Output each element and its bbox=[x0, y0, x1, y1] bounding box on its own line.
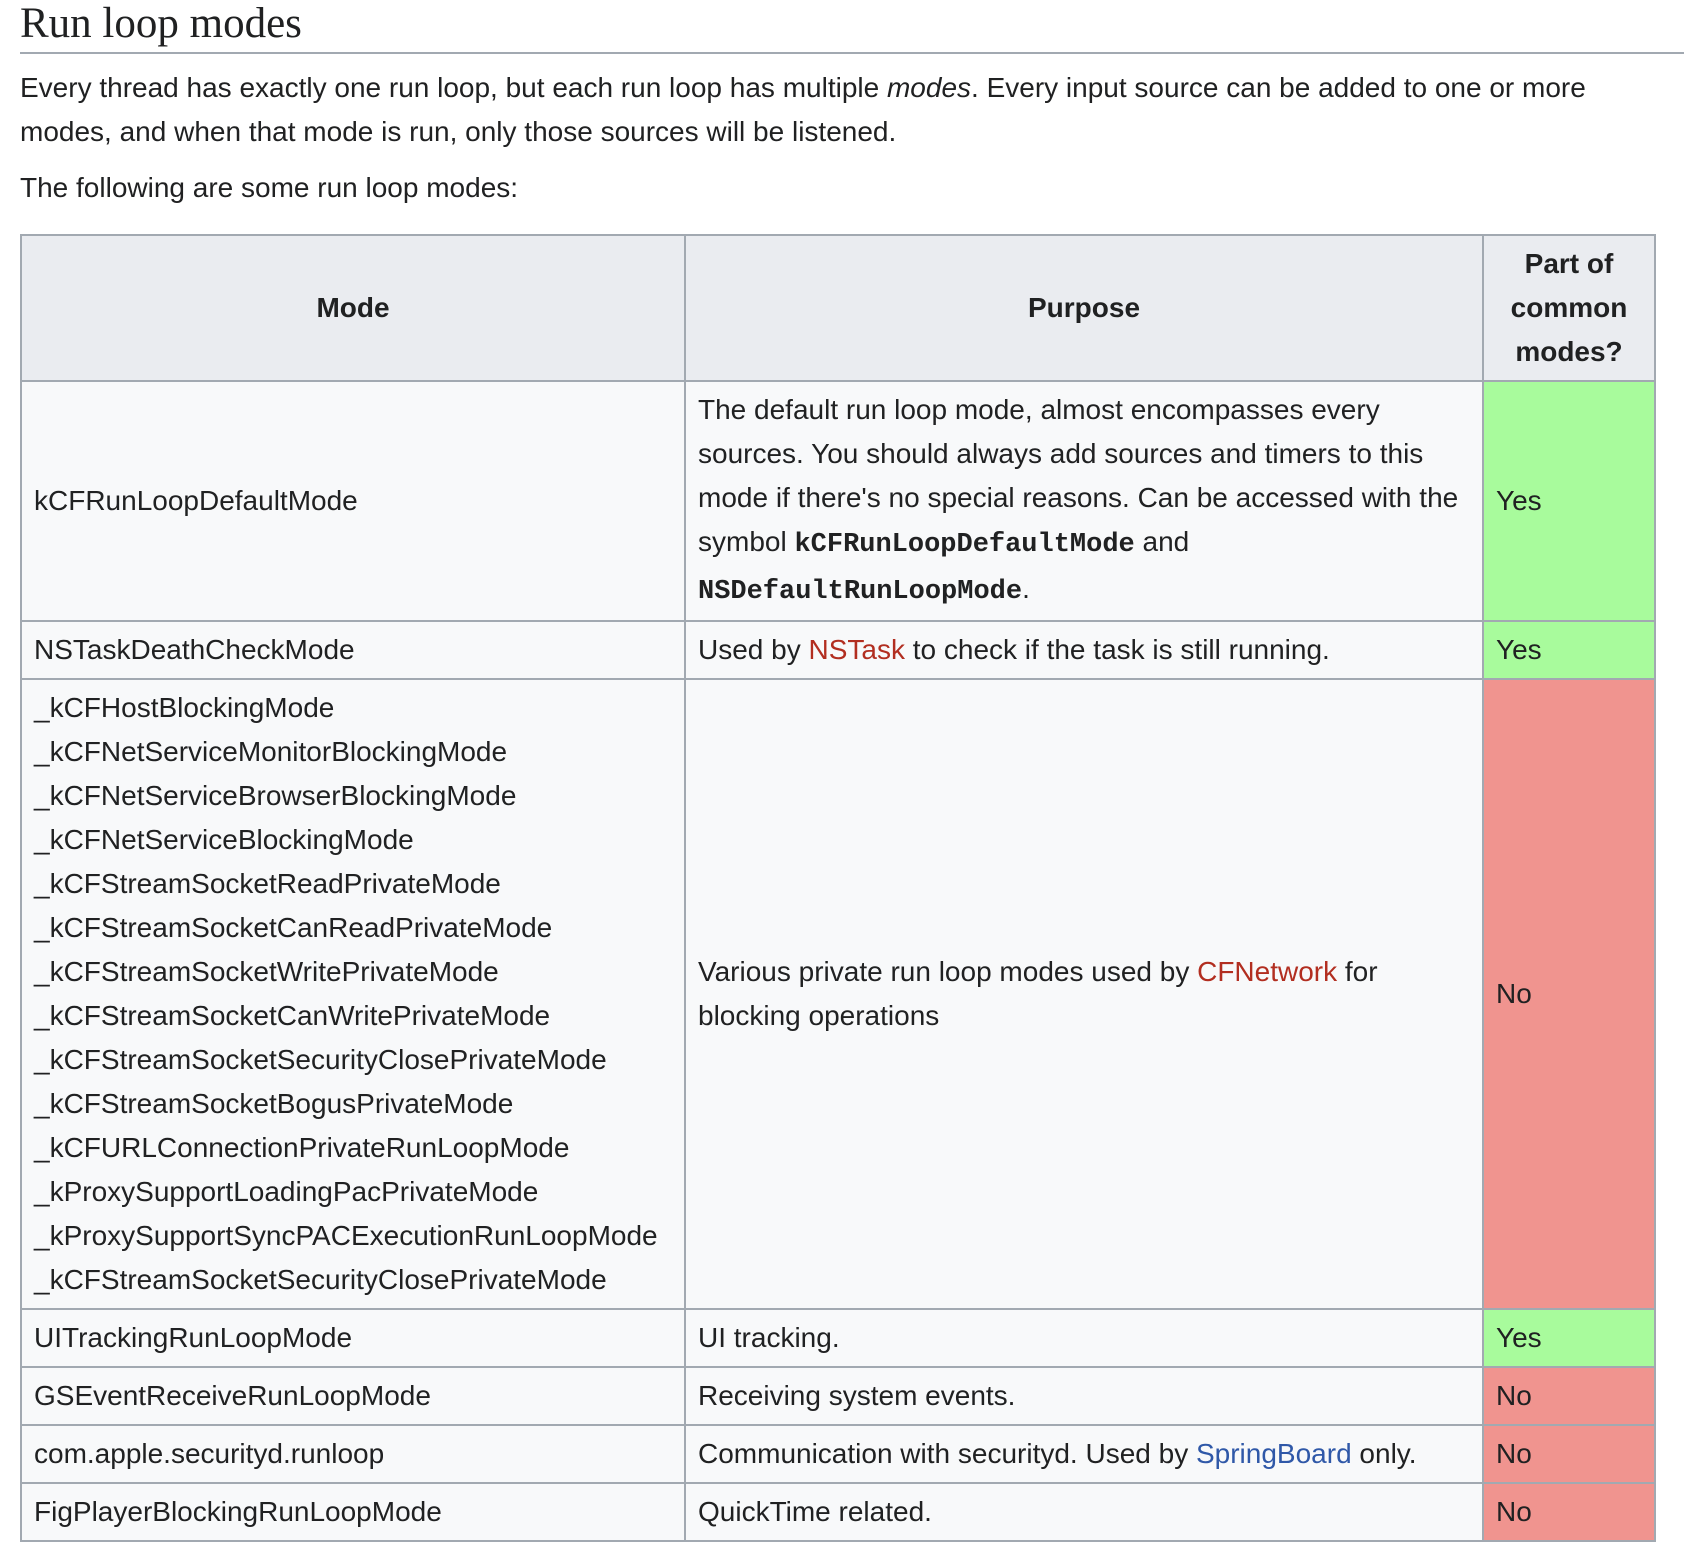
table-row: GSEventReceiveRunLoopMode Receiving syst… bbox=[20, 1366, 1656, 1426]
table-row: kCFRunLoopDefaultMode The default run lo… bbox=[20, 380, 1656, 622]
mode-item: _kCFNetServiceBrowserBlockingMode bbox=[34, 780, 517, 811]
mode-cell: UITrackingRunLoopMode bbox=[20, 1308, 686, 1368]
table-row: UITrackingRunLoopMode UI tracking. Yes bbox=[20, 1308, 1656, 1368]
purpose-text: Communication with securityd. Used by bbox=[698, 1438, 1196, 1469]
common-cell-yes: Yes bbox=[1482, 1308, 1656, 1368]
header-mode: Mode bbox=[20, 234, 686, 382]
cfnetwork-link[interactable]: CFNetwork bbox=[1197, 956, 1337, 987]
common-cell-yes: Yes bbox=[1482, 620, 1656, 680]
purpose-text: to check if the task is still running. bbox=[904, 634, 1330, 665]
purpose-cell: Various private run loop modes used by C… bbox=[684, 678, 1484, 1310]
mode-item: _kCFStreamSocketSecurityClosePrivateMode bbox=[34, 1264, 607, 1295]
intro-paragraph: Every thread has exactly one run loop, b… bbox=[20, 66, 1680, 154]
mode-item: _kCFHostBlockingMode bbox=[34, 692, 335, 723]
mode-item: _kProxySupportLoadingPacPrivateMode bbox=[34, 1176, 539, 1207]
purpose-cell: UI tracking. bbox=[684, 1308, 1484, 1368]
mode-item: _kCFNetServiceMonitorBlockingMode bbox=[34, 736, 508, 767]
intro-text-1: Every thread has exactly one run loop, b… bbox=[20, 72, 887, 103]
purpose-cell: QuickTime related. bbox=[684, 1482, 1484, 1542]
header-common: Part of common modes? bbox=[1482, 234, 1656, 382]
mode-cell: NSTaskDeathCheckMode bbox=[20, 620, 686, 680]
purpose-cell: Communication with securityd. Used by Sp… bbox=[684, 1424, 1484, 1484]
purpose-text: and bbox=[1134, 526, 1190, 557]
purpose-text: Various private run loop modes used by bbox=[698, 956, 1198, 987]
mode-item: _kCFURLConnectionPrivateRunLoopMode bbox=[34, 1132, 570, 1163]
mode-item: _kProxySupportSyncPACExecutionRunLoopMod… bbox=[34, 1220, 658, 1251]
table-row: NSTaskDeathCheckMode Used by NSTask to c… bbox=[20, 620, 1656, 680]
mode-cell-list: _kCFHostBlockingMode _kCFNetServiceMonit… bbox=[20, 678, 686, 1310]
table-header-row: Mode Purpose Part of common modes? bbox=[20, 234, 1656, 382]
mode-cell: kCFRunLoopDefaultMode bbox=[20, 380, 686, 622]
mode-item: _kCFStreamSocketReadPrivateMode bbox=[34, 868, 501, 899]
article-section: Run loop modes Every thread has exactly … bbox=[0, 0, 1704, 1542]
mode-item: _kCFStreamSocketCanReadPrivateMode bbox=[34, 912, 553, 943]
table-row: FigPlayerBlockingRunLoopMode QuickTime r… bbox=[20, 1482, 1656, 1542]
mode-cell: FigPlayerBlockingRunLoopMode bbox=[20, 1482, 686, 1542]
common-cell-no: No bbox=[1482, 1482, 1656, 1542]
code-symbol: NSDefaultRunLoopMode bbox=[698, 577, 1023, 607]
nstask-link[interactable]: NSTask bbox=[809, 634, 905, 665]
intro-emphasis: modes bbox=[886, 72, 972, 103]
purpose-cell: The default run loop mode, almost encomp… bbox=[684, 380, 1484, 622]
code-symbol: kCFRunLoopDefaultMode bbox=[794, 530, 1135, 560]
mode-item: _kCFStreamSocketSecurityClosePrivateMode bbox=[34, 1044, 607, 1075]
mode-item: _kCFNetServiceBlockingMode bbox=[34, 824, 414, 855]
purpose-cell: Receiving system events. bbox=[684, 1366, 1484, 1426]
purpose-cell: Used by NSTask to check if the task is s… bbox=[684, 620, 1484, 680]
common-cell-no: No bbox=[1482, 1366, 1656, 1426]
mode-item: _kCFStreamSocketCanWritePrivateMode bbox=[34, 1000, 551, 1031]
table-row: _kCFHostBlockingMode _kCFNetServiceMonit… bbox=[20, 678, 1656, 1310]
springboard-link[interactable]: SpringBoard bbox=[1196, 1438, 1352, 1469]
table-row: com.apple.securityd.runloop Communicatio… bbox=[20, 1424, 1656, 1484]
header-purpose: Purpose bbox=[684, 234, 1484, 382]
lead-paragraph: The following are some run loop modes: bbox=[20, 172, 519, 203]
mode-cell: GSEventReceiveRunLoopMode bbox=[20, 1366, 686, 1426]
purpose-text: Used by bbox=[698, 634, 809, 665]
common-cell-yes: Yes bbox=[1482, 380, 1656, 622]
common-cell-no: No bbox=[1482, 678, 1656, 1310]
mode-item: _kCFStreamSocketBogusPrivateMode bbox=[34, 1088, 514, 1119]
purpose-text: only. bbox=[1351, 1438, 1417, 1469]
mode-item: _kCFStreamSocketWritePrivateMode bbox=[34, 956, 499, 987]
common-cell-no: No bbox=[1482, 1424, 1656, 1484]
run-loop-modes-table: Mode Purpose Part of common modes? kCFRu… bbox=[20, 234, 1656, 1542]
mode-cell: com.apple.securityd.runloop bbox=[20, 1424, 686, 1484]
purpose-text: . bbox=[1022, 573, 1030, 604]
section-heading: Run loop modes bbox=[20, 0, 1684, 54]
